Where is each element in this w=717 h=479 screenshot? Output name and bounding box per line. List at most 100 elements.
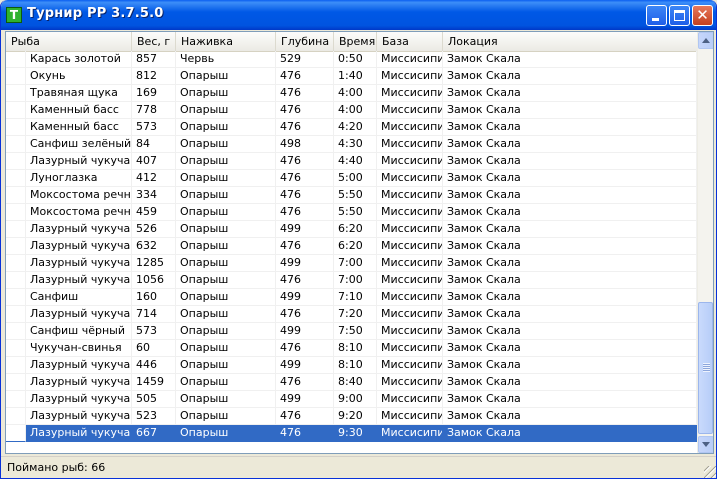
table-row[interactable]: Травяная щука 169 Опарыш 476 4:00 Миссисипи За… [6, 85, 697, 102]
table-row[interactable]: Лазурный чукучан 1459 Опарыш 476 8:40 Миссиси… [6, 374, 697, 391]
cell-weight: 526 [132, 221, 176, 238]
cell-time: 6:20 [334, 238, 377, 255]
cell-fish: Лазурный чукучан [26, 221, 132, 238]
cell-fish: Каменный басс [26, 119, 132, 136]
cell-depth: 476 [276, 68, 334, 85]
cell-time: 4:30 [334, 136, 377, 153]
table-row[interactable]: Лазурный чукучан 446 Опарыш 499 8:10 Миссисип… [6, 357, 697, 374]
cell-base: Миссисипи [377, 374, 443, 391]
cell-location: Замок Скала [443, 357, 697, 374]
row-indent [6, 187, 26, 204]
cell-fish: Луноглазка [26, 170, 132, 187]
resize-grip-icon[interactable] [704, 466, 716, 478]
cell-fish: Лазурный чукучан [26, 238, 132, 255]
list-header: Рыба Вес, г Наживка Глубина Время База Л… [6, 32, 698, 52]
cell-base: Миссисипи [377, 136, 443, 153]
row-indent [6, 323, 26, 340]
cell-depth: 476 [276, 204, 334, 221]
scroll-thumb[interactable] [698, 302, 713, 434]
table-row[interactable]: Моксостома речная459Опарыш4765:50Миссиси… [6, 204, 697, 221]
cell-time: 6:20 [334, 221, 377, 238]
cell-fish: Санфиш чёрный [26, 323, 132, 340]
grip-icon [703, 363, 710, 372]
table-row[interactable]: Лазурный чукучан 407 Опарыш 476 4:40 Миссисип… [6, 153, 697, 170]
cell-location: Замок Скала [443, 391, 697, 408]
cell-time: 4:00 [334, 85, 377, 102]
table-row[interactable]: Лазурный чукучан 714 Опарыш 476 7:20 Миссисип… [6, 306, 697, 323]
maximize-button[interactable] [669, 5, 690, 26]
cell-depth: 476 [276, 102, 334, 119]
cell-weight: 446 [132, 357, 176, 374]
cell-fish: Лазурный чукучан [26, 153, 132, 170]
cell-base: Миссисипи [377, 357, 443, 374]
table-row[interactable]: Лазурный чукучан 505 Опарыш 499 9:00 Миссисип… [6, 391, 697, 408]
cell-base: Миссисипи [377, 102, 443, 119]
cell-weight: 667 [132, 425, 176, 442]
cell-time: 9:20 [334, 408, 377, 425]
table-row[interactable]: Карась золотой 857 Червь 529 0:50 Миссисипи За… [6, 51, 697, 68]
column-header-base[interactable]: База [377, 32, 443, 51]
title-bar[interactable]: T Турнир РР 3.7.5.0 ✕ [1, 0, 716, 30]
cell-depth: 499 [276, 255, 334, 272]
cell-location: Замок Скала [443, 374, 697, 391]
table-row[interactable]: Санфиш зелёный 84 Опарыш 498 4:30 Миссисипи За… [6, 136, 697, 153]
table-row[interactable]: Лазурный чукучан 667 Опарыш 476 9:30 Миссисип… [6, 425, 697, 442]
row-indent [6, 374, 26, 391]
cell-depth: 476 [276, 170, 334, 187]
scroll-up-button[interactable] [698, 32, 713, 49]
row-indent [6, 221, 26, 238]
cell-fish: Окунь [26, 68, 132, 85]
cell-bait: Опарыш [176, 374, 276, 391]
vertical-scrollbar[interactable] [697, 32, 713, 453]
cell-base: Миссисипи [377, 85, 443, 102]
column-header-location[interactable]: Локация [443, 32, 698, 51]
cell-base: Миссисипи [377, 323, 443, 340]
cell-location: Замок Скала [443, 255, 697, 272]
cell-bait: Опарыш [176, 323, 276, 340]
cell-location: Замок Скала [443, 323, 697, 340]
cell-fish: Травяная щука [26, 85, 132, 102]
fish-list[interactable]: Рыба Вес, г Наживка Глубина Время База Л… [5, 31, 714, 454]
table-row[interactable]: Лазурный чукучан 632 Опарыш 476 6:20 Миссисип… [6, 238, 697, 255]
table-row[interactable]: Каменный басс 573 Опарыш 476 4:20 Миссисипи За… [6, 119, 697, 136]
cell-bait: Опарыш [176, 408, 276, 425]
cell-time: 5:50 [334, 187, 377, 204]
cell-bait: Опарыш [176, 119, 276, 136]
table-row[interactable]: Каменный басс 778 Опарыш 476 4:00 Миссисипи За… [6, 102, 697, 119]
cell-location: Замок Скала [443, 289, 697, 306]
table-row[interactable]: Санфиш 160 Опарыш 499 7:10 Миссисипи Замок Ска… [6, 289, 697, 306]
table-row[interactable]: Окунь 812 Опарыш 476 1:40 Миссисипи Замок Скал… [6, 68, 697, 85]
column-header-weight[interactable]: Вес, г [132, 32, 176, 51]
close-button[interactable]: ✕ [692, 5, 713, 26]
cell-depth: 529 [276, 51, 334, 68]
minimize-button[interactable] [646, 5, 667, 26]
table-row[interactable]: Санфиш чёрный 573 Опарыш 499 7:50 Миссисипи За… [6, 323, 697, 340]
cell-base: Миссисипи [377, 340, 443, 357]
table-row[interactable]: Лазурный чукучан 526 Опарыш 499 6:20 Миссисип… [6, 221, 697, 238]
cell-time: 7:00 [334, 255, 377, 272]
column-header-depth[interactable]: Глубина [276, 32, 334, 51]
row-indent [6, 272, 26, 289]
cell-location: Замок Скала [443, 51, 697, 68]
maximize-icon [674, 10, 685, 21]
cell-weight: 407 [132, 153, 176, 170]
cell-time: 7:00 [334, 272, 377, 289]
table-row[interactable]: Луноглазка 412 Опарыш 476 5:00 Миссисипи Замок… [6, 170, 697, 187]
column-header-bait[interactable]: Наживка [176, 32, 276, 51]
table-row[interactable]: Лазурный чукучан 523 Опарыш 476 9:20 Миссисип… [6, 408, 697, 425]
row-indent [6, 153, 26, 170]
table-row[interactable]: Лазурный чукучан 1285 Опарыш 499 7:00 Миссиси… [6, 255, 697, 272]
cell-depth: 476 [276, 119, 334, 136]
column-header-time[interactable]: Время [334, 32, 377, 51]
cell-weight: 412 [132, 170, 176, 187]
cell-weight: 160 [132, 289, 176, 306]
table-row[interactable]: Моксостома речная334Опарыш4765:50Миссиси… [6, 187, 697, 204]
cell-location: Замок Скала [443, 136, 697, 153]
cell-location: Замок Скала [443, 170, 697, 187]
table-row[interactable]: Чукучан-свинья 60 Опарыш 476 8:10 Миссисипи За… [6, 340, 697, 357]
table-row[interactable]: Лазурный чукучан 1056 Опарыш 476 7:00 Миссиси… [6, 272, 697, 289]
cell-time: 7:20 [334, 306, 377, 323]
scroll-down-button[interactable] [698, 436, 713, 453]
column-header-fish[interactable]: Рыба [6, 32, 132, 51]
cell-bait: Опарыш [176, 102, 276, 119]
